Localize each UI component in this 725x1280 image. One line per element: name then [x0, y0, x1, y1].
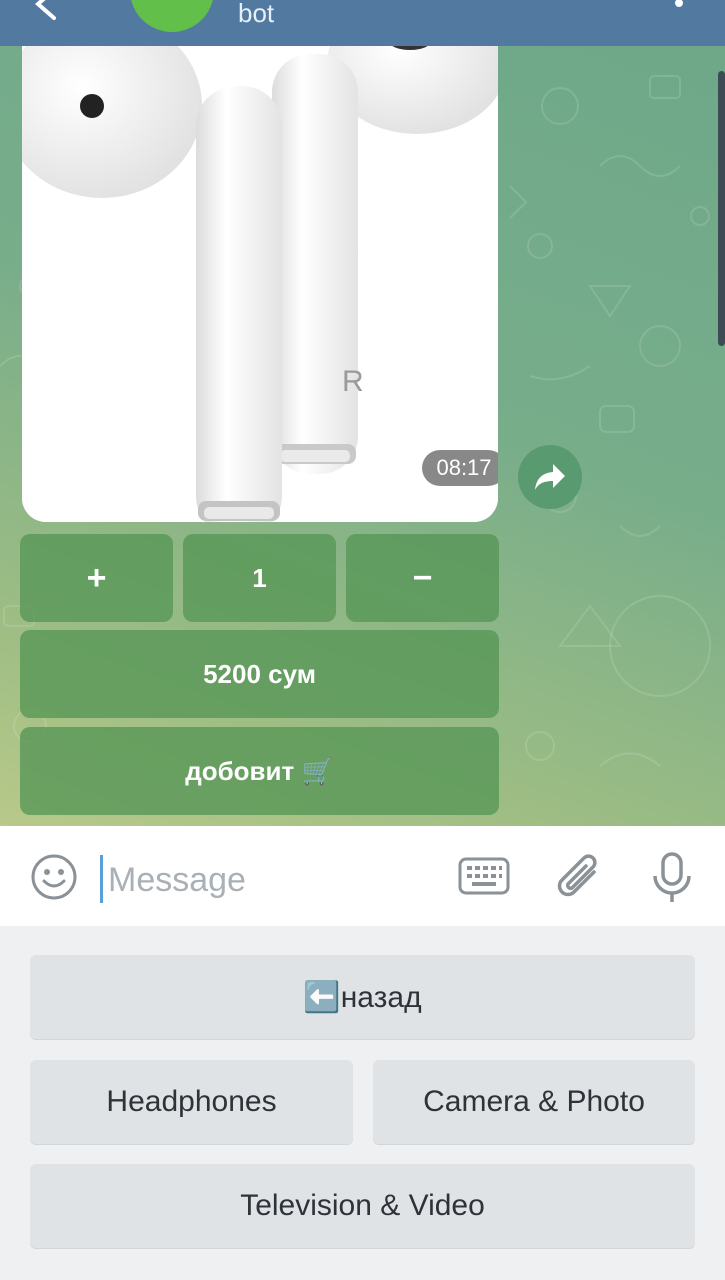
- add-to-cart-button[interactable]: добовит 🛒: [20, 727, 499, 815]
- chat-header: bot: [0, 0, 725, 46]
- keyboard-icon[interactable]: [458, 856, 510, 896]
- svg-text:R: R: [342, 365, 364, 398]
- reply-back-button[interactable]: ⬅️назад: [30, 955, 695, 1039]
- reply-television-video-button[interactable]: Television & Video: [30, 1164, 695, 1248]
- paperclip-icon[interactable]: [556, 852, 604, 904]
- arrow-left-icon[interactable]: [28, 0, 68, 22]
- text-caret: [100, 855, 103, 903]
- emoji-icon[interactable]: [30, 853, 78, 901]
- product-photo[interactable]: R 08:17: [22, 46, 498, 522]
- quantity-minus-button[interactable]: −: [346, 534, 499, 622]
- airpods-image: R: [22, 46, 498, 522]
- quantity-value-button[interactable]: 1: [183, 534, 336, 622]
- vertical-dots-icon[interactable]: [674, 0, 684, 10]
- microphone-icon[interactable]: [650, 851, 694, 905]
- chat-subtitle: bot: [238, 0, 275, 28]
- share-arrow-icon: [535, 464, 565, 490]
- reply-headphones-button[interactable]: Headphones: [30, 1060, 353, 1144]
- reply-keyboard: ⬅️назад Headphones Camera & Photo Televi…: [0, 926, 725, 1280]
- message-input[interactable]: [106, 852, 440, 908]
- price-button[interactable]: 5200 сум: [20, 630, 499, 718]
- chat-area: R 08:17 + 1 − 5200 сум добовит 🛒: [0, 46, 725, 826]
- message-time: 08:17: [422, 450, 498, 486]
- avatar[interactable]: [130, 0, 214, 32]
- quantity-plus-button[interactable]: +: [20, 534, 173, 622]
- share-button[interactable]: [518, 445, 582, 509]
- chat-scrollbar[interactable]: [718, 71, 725, 346]
- reply-camera-photo-button[interactable]: Camera & Photo: [373, 1060, 695, 1144]
